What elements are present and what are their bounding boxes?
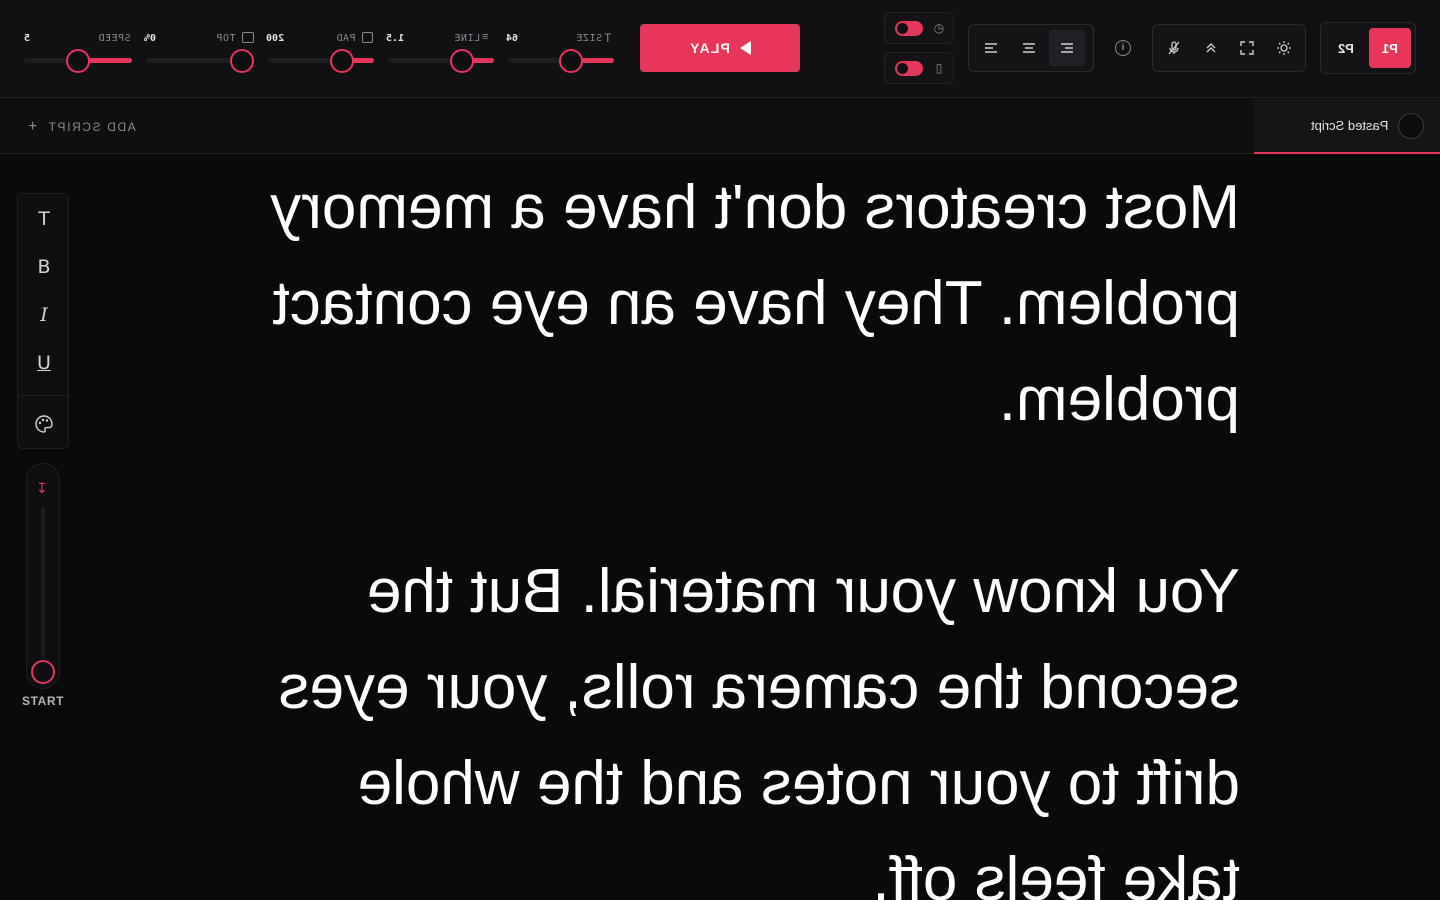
palette-icon [35,415,53,433]
text-size-icon: T [604,31,612,45]
plus-icon: + [28,118,39,135]
size-label: SIZE [576,33,603,44]
bold-icon: B [37,256,51,278]
timer-toggle-box: ◷ [884,12,954,44]
fullscreen-button[interactable] [1230,30,1265,66]
play-button[interactable]: PLAY [640,24,800,72]
line-slider[interactable]: 64 LINE ≡ [386,30,526,74]
format-divider [18,395,68,396]
mic-off-icon [1168,41,1180,55]
top-icon [242,32,254,43]
pad-label: PAD [336,33,356,44]
scroll-up-button[interactable] [1194,30,1229,66]
align-right-button[interactable] [1049,30,1085,66]
play-icon [739,41,751,55]
color-button[interactable] [26,406,62,442]
speed-label: SPEED [98,33,131,44]
frame-icon: ▯ [935,61,943,75]
align-center-icon [1023,43,1035,53]
timer-toggle[interactable] [895,21,923,36]
scroll-position-knob[interactable] [31,660,55,684]
speed-knob[interactable] [66,49,90,73]
text-icon: T [38,208,50,230]
script-paragraph: You know your material. But the second t… [278,557,1240,900]
pad-knob[interactable] [330,49,354,73]
align-right-icon [1061,43,1073,53]
profile-p2-button[interactable]: P2 [1325,28,1367,68]
scroll-track [41,508,45,658]
voice-off-button[interactable] [1157,30,1192,66]
speed-fill [88,58,132,63]
profile-p2-label: P2 [1338,40,1354,56]
start-label: START [22,694,65,708]
underline-button[interactable]: U [26,345,62,381]
script-tabs-bar: + ADD SCRIPT Pasted Script [0,99,1440,154]
add-script-button[interactable]: + ADD SCRIPT [28,118,136,136]
size-slider[interactable]: SIZE T [506,30,626,74]
alignment-group [968,24,1094,72]
scroll-position-rail[interactable]: ↧ [26,463,60,689]
script-text: Most creators don't have a memory proble… [150,160,1250,900]
size-knob[interactable] [559,49,583,73]
line-height-icon: ≡ [482,31,489,43]
download-arrow-icon: ↧ [36,480,48,496]
align-left-button[interactable] [973,30,1009,66]
top-knob[interactable] [230,49,254,73]
profile-switcher: P2 P1 [1320,22,1416,74]
text-style-button[interactable]: T [26,201,62,237]
profile-p1-label: P1 [1382,40,1398,56]
mirror-toggle-box: ▯ [884,52,954,84]
underline-icon: U [37,352,51,374]
line-knob[interactable] [450,49,474,73]
theme-button[interactable] [1267,30,1302,66]
profile-p1-button[interactable]: P1 [1369,28,1411,68]
tools-group [1152,24,1306,72]
format-panel: T B I U [17,193,69,449]
speed-value: 5 [24,33,31,44]
tab-status-icon [1398,112,1424,139]
bold-button[interactable]: B [26,249,62,285]
tab-label: Pasted Script [1310,118,1388,133]
italic-button[interactable]: I [26,297,62,333]
script-display: Most creators don't have a memory proble… [150,160,1250,900]
add-script-label: ADD SCRIPT [46,120,136,134]
mirror-toggle[interactable] [895,61,923,76]
top-slider[interactable]: 200 TOP [144,30,284,74]
chevrons-up-icon [1206,43,1216,53]
clock-icon: ◷ [933,21,945,35]
script-paragraph: Most creators don't have a memory proble… [270,173,1240,434]
fullscreen-icon [1240,41,1254,55]
sun-icon [1276,41,1291,55]
italic-icon: I [40,304,48,326]
tab-pasted-script[interactable]: Pasted Script [1254,99,1440,154]
play-label: PLAY [689,40,730,56]
align-left-icon [985,43,997,53]
line-label: LINE [454,33,481,44]
top-label: TOP [216,33,236,44]
info-icon[interactable]: i [1115,40,1131,56]
speed-slider[interactable]: 5 0% SPEED [20,30,156,74]
top-toolbar: 5 0% SPEED 200 TOP 1.5 PAD 64 LINE ≡ SIZ… [0,0,1440,98]
align-center-button[interactable] [1011,30,1047,66]
pad-icon [362,32,373,43]
